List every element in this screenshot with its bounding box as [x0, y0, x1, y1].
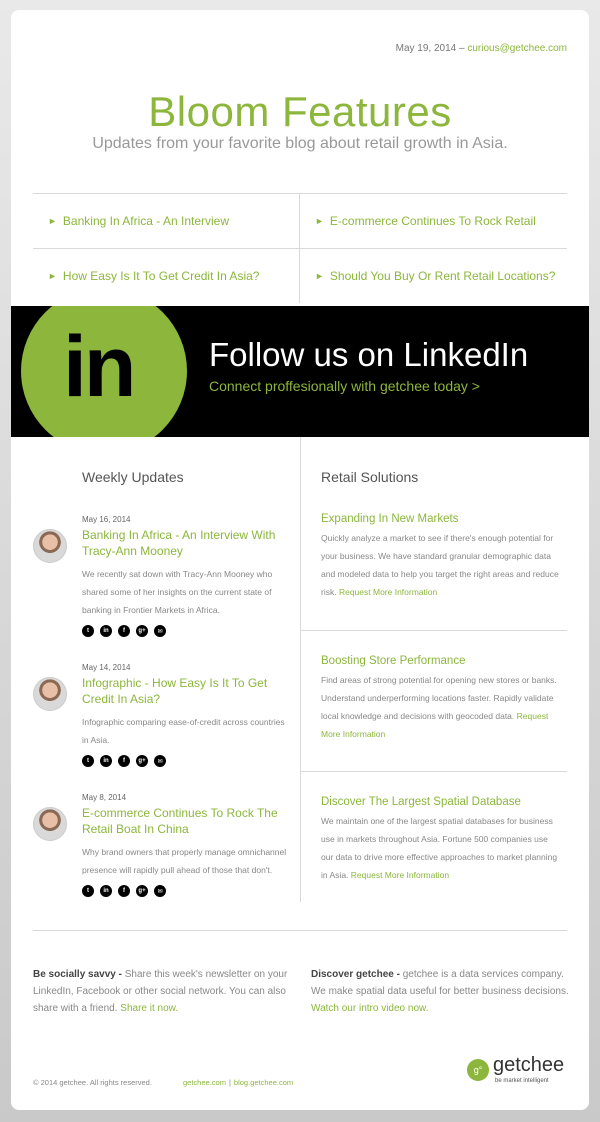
quick-link[interactable]: ► Banking In Africa - An Interview: [33, 194, 300, 248]
newsletter-card: May 19, 2014 – curious@getchee.com Bloom…: [11, 10, 589, 1110]
banner-link[interactable]: Connect proffesionally with getchee toda…: [209, 378, 480, 394]
solution-title-link[interactable]: Boosting Store Performance: [321, 655, 567, 667]
getchee-logo[interactable]: g° getchee be market intelligent: [467, 1053, 567, 1089]
getchee-mark-icon: g°: [467, 1059, 489, 1081]
header-email-link[interactable]: curious@getchee.com: [467, 43, 567, 54]
social-share-blurb: Be socially savvy - Share this week's ne…: [33, 969, 288, 1014]
solution-item: Expanding In New Markets Quickly analyze…: [300, 513, 567, 601]
post-description: Why brand owners that properly manage om…: [82, 847, 287, 875]
quick-links: ► Banking In Africa - An Interview ► E-com…: [33, 193, 567, 303]
linkedin-share-icon[interactable]: in: [100, 885, 112, 897]
content-columns: Weekly Updates May 16, 2014 Banking In A…: [11, 437, 589, 931]
post-date: May 16, 2014: [82, 515, 131, 524]
linkedin-logo-text: in: [63, 319, 136, 415]
section-divider: [301, 630, 567, 631]
footer-divider: [33, 930, 567, 931]
discover-blurb: Discover getchee - getchee is a data ser…: [311, 969, 569, 1014]
post-title-link[interactable]: Banking In Africa - An Interview With Tr…: [82, 527, 293, 559]
email-icon[interactable]: ✉: [154, 625, 166, 637]
post-date: May 14, 2014: [82, 663, 131, 672]
post-title-link[interactable]: Infographic - How Easy Is It To Get Cred…: [82, 675, 293, 707]
blog-link[interactable]: blog.getchee.com: [234, 1078, 293, 1087]
linkedin-share-icon[interactable]: in: [100, 625, 112, 637]
triangle-right-icon: ►: [48, 271, 57, 281]
request-info-link[interactable]: Request More Information: [351, 870, 449, 880]
section-divider: [301, 771, 567, 772]
retail-solutions-heading: Retail Solutions: [321, 469, 419, 485]
facebook-icon[interactable]: f: [118, 885, 130, 897]
quick-link[interactable]: ► E-commerce Continues To Rock Retail: [300, 194, 567, 248]
quick-link[interactable]: ► Should You Buy Or Rent Retail Locations…: [300, 249, 567, 303]
banner-title: Follow us on LinkedIn: [209, 336, 529, 373]
header-date: May 19, 2014: [395, 43, 457, 54]
share-icons: t in f g+ ✉: [82, 625, 293, 637]
solution-title-link[interactable]: Discover The Largest Spatial Database: [321, 796, 567, 808]
triangle-right-icon: ►: [315, 271, 324, 281]
triangle-right-icon: ►: [315, 216, 324, 226]
page-subtitle: Updates from your favorite blog about re…: [92, 135, 508, 152]
solution-item: Boosting Store Performance Find areas of…: [300, 655, 567, 743]
site-link[interactable]: getchee.com: [183, 1078, 226, 1087]
facebook-icon[interactable]: f: [118, 625, 130, 637]
header-meta: May 19, 2014 – curious@getchee.com: [395, 43, 567, 54]
weekly-updates-heading: Weekly Updates: [82, 469, 184, 485]
triangle-right-icon: ►: [48, 216, 57, 226]
avatar: [33, 807, 67, 841]
footer-links: getchee.com | blog.getchee.com: [183, 1078, 294, 1087]
tumblr-icon[interactable]: t: [82, 625, 94, 637]
copyright: © 2014 getchee. All rights reserved.: [33, 1078, 152, 1087]
email-icon[interactable]: ✉: [154, 885, 166, 897]
solution-title-link[interactable]: Expanding In New Markets: [321, 513, 567, 525]
avatar: [33, 529, 67, 563]
post-description: Infographic comparing ease-of-credit acr…: [82, 717, 285, 745]
request-info-link[interactable]: Request More Information: [339, 587, 437, 597]
solution-item: Discover The Largest Spatial Database We…: [300, 796, 567, 884]
share-icons: t in f g+ ✉: [82, 885, 293, 897]
share-it-now-link[interactable]: Share it now.: [120, 1003, 178, 1014]
tumblr-icon[interactable]: t: [82, 885, 94, 897]
google-plus-icon[interactable]: g+: [136, 625, 148, 637]
page-title: Bloom Features: [148, 88, 452, 135]
quick-link[interactable]: ► How Easy Is It To Get Credit In Asia?: [33, 249, 300, 303]
linkedin-banner[interactable]: in Follow us on LinkedIn Connect proffes…: [11, 306, 589, 437]
email-icon[interactable]: ✉: [154, 755, 166, 767]
post-description: We recently sat down with Tracy-Ann Moon…: [82, 569, 273, 615]
tumblr-icon[interactable]: t: [82, 755, 94, 767]
google-plus-icon[interactable]: g+: [136, 885, 148, 897]
share-icons: t in f g+ ✉: [82, 755, 293, 767]
facebook-icon[interactable]: f: [118, 755, 130, 767]
linkedin-share-icon[interactable]: in: [100, 755, 112, 767]
intro-video-link[interactable]: Watch our intro video now.: [311, 1003, 428, 1014]
google-plus-icon[interactable]: g+: [136, 755, 148, 767]
avatar: [33, 677, 67, 711]
post-title-link[interactable]: E-commerce Continues To Rock The Retail …: [82, 805, 293, 837]
post-date: May 8, 2014: [82, 793, 127, 802]
